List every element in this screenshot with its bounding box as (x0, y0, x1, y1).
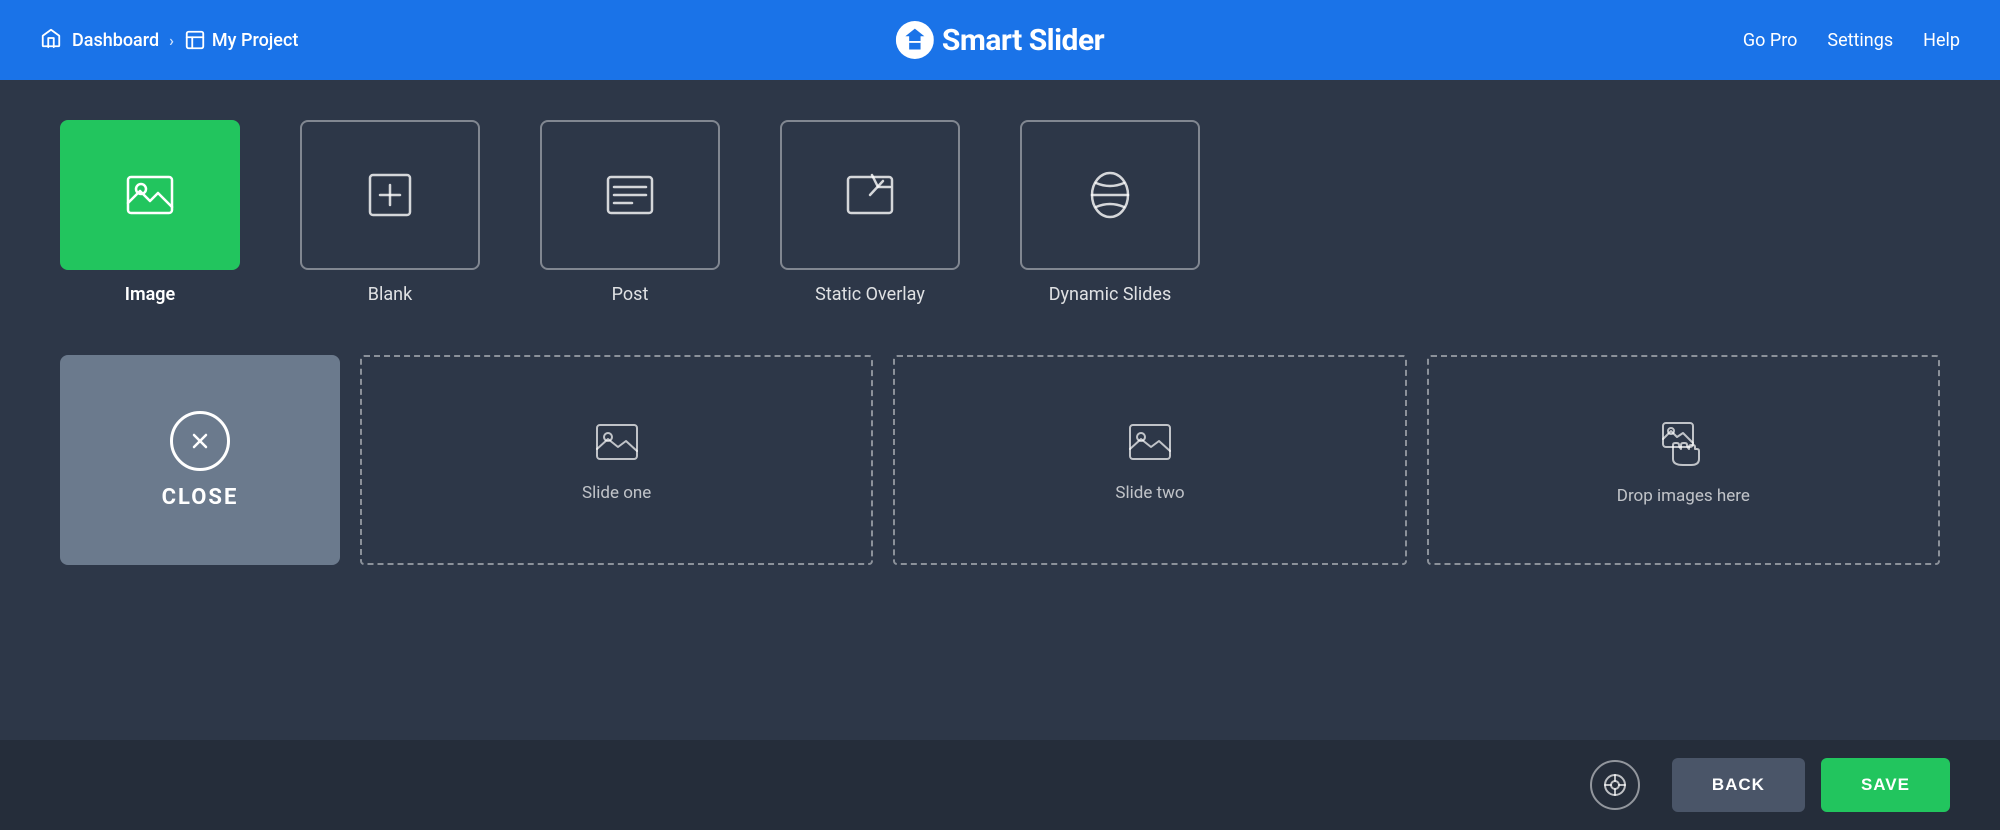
slide-type-static-overlay-icon (780, 120, 960, 270)
slide-one-tile[interactable]: Slide one (360, 355, 873, 565)
main-content: Image Blank Pos (0, 80, 2000, 605)
slide-type-post-icon (540, 120, 720, 270)
drop-zone-label: Drop images here (1617, 486, 1750, 506)
slides-list: Slide one Slide two (360, 355, 1940, 565)
slide-type-dynamic-slides-icon (1020, 120, 1200, 270)
slide-type-image[interactable]: Image (60, 120, 240, 305)
slide-type-blank-label: Blank (368, 284, 412, 305)
slide-type-dynamic-slides-label: Dynamic Slides (1049, 284, 1172, 305)
close-icon (170, 411, 230, 471)
drop-zone-tile[interactable]: Drop images here (1427, 355, 1940, 565)
breadcrumb: Dashboard › My Project (40, 27, 298, 54)
close-tile[interactable]: CLOSE (60, 355, 340, 565)
slide-type-static-overlay[interactable]: Static Overlay (780, 120, 960, 305)
app-logo: Smart Slider (896, 21, 1104, 59)
home-icon (40, 27, 62, 54)
slide-two-label: Slide two (1115, 483, 1184, 503)
breadcrumb-chevron: › (169, 31, 174, 50)
project-name-label: My Project (212, 30, 298, 51)
settings-button[interactable]: Settings (1827, 30, 1893, 51)
footer: BACK SAVE (0, 740, 2000, 830)
logo-text: Smart Slider (942, 23, 1104, 58)
slide-type-blank[interactable]: Blank (300, 120, 480, 305)
slide-type-blank-icon (300, 120, 480, 270)
slide-type-image-icon (60, 120, 240, 270)
slide-one-label: Slide one (582, 483, 651, 503)
slides-area: CLOSE Slide one Slide two (60, 355, 1940, 565)
go-pro-button[interactable]: Go Pro (1743, 30, 1798, 51)
slide-type-static-overlay-label: Static Overlay (815, 284, 925, 305)
save-button[interactable]: SAVE (1821, 758, 1950, 812)
header: Dashboard › My Project Smart Slider Go P… (0, 0, 2000, 80)
header-actions: Go Pro Settings Help (1743, 30, 1960, 51)
back-button[interactable]: BACK (1672, 758, 1805, 812)
breadcrumb-project[interactable]: My Project (184, 29, 298, 51)
close-label: CLOSE (162, 485, 239, 510)
slide-type-selector: Image Blank Pos (60, 120, 1940, 305)
slide-type-post-label: Post (612, 284, 649, 305)
slide-type-post[interactable]: Post (540, 120, 720, 305)
preview-button[interactable] (1590, 760, 1640, 810)
slide-two-tile[interactable]: Slide two (893, 355, 1406, 565)
slide-type-image-label: Image (125, 284, 175, 305)
breadcrumb-dashboard[interactable]: Dashboard (72, 30, 159, 51)
help-button[interactable]: Help (1923, 30, 1960, 51)
slide-type-dynamic-slides[interactable]: Dynamic Slides (1020, 120, 1200, 305)
